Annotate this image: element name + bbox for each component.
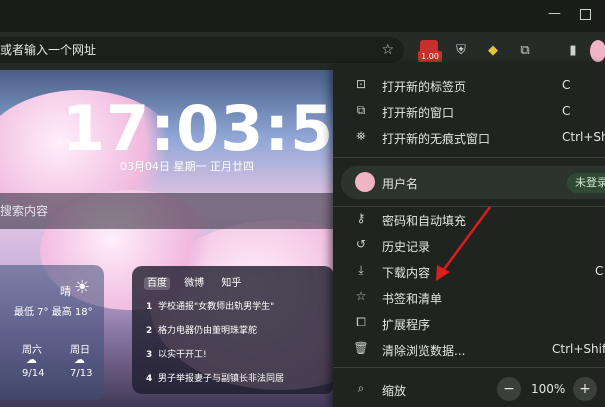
annotation-arrow [436, 206, 492, 281]
